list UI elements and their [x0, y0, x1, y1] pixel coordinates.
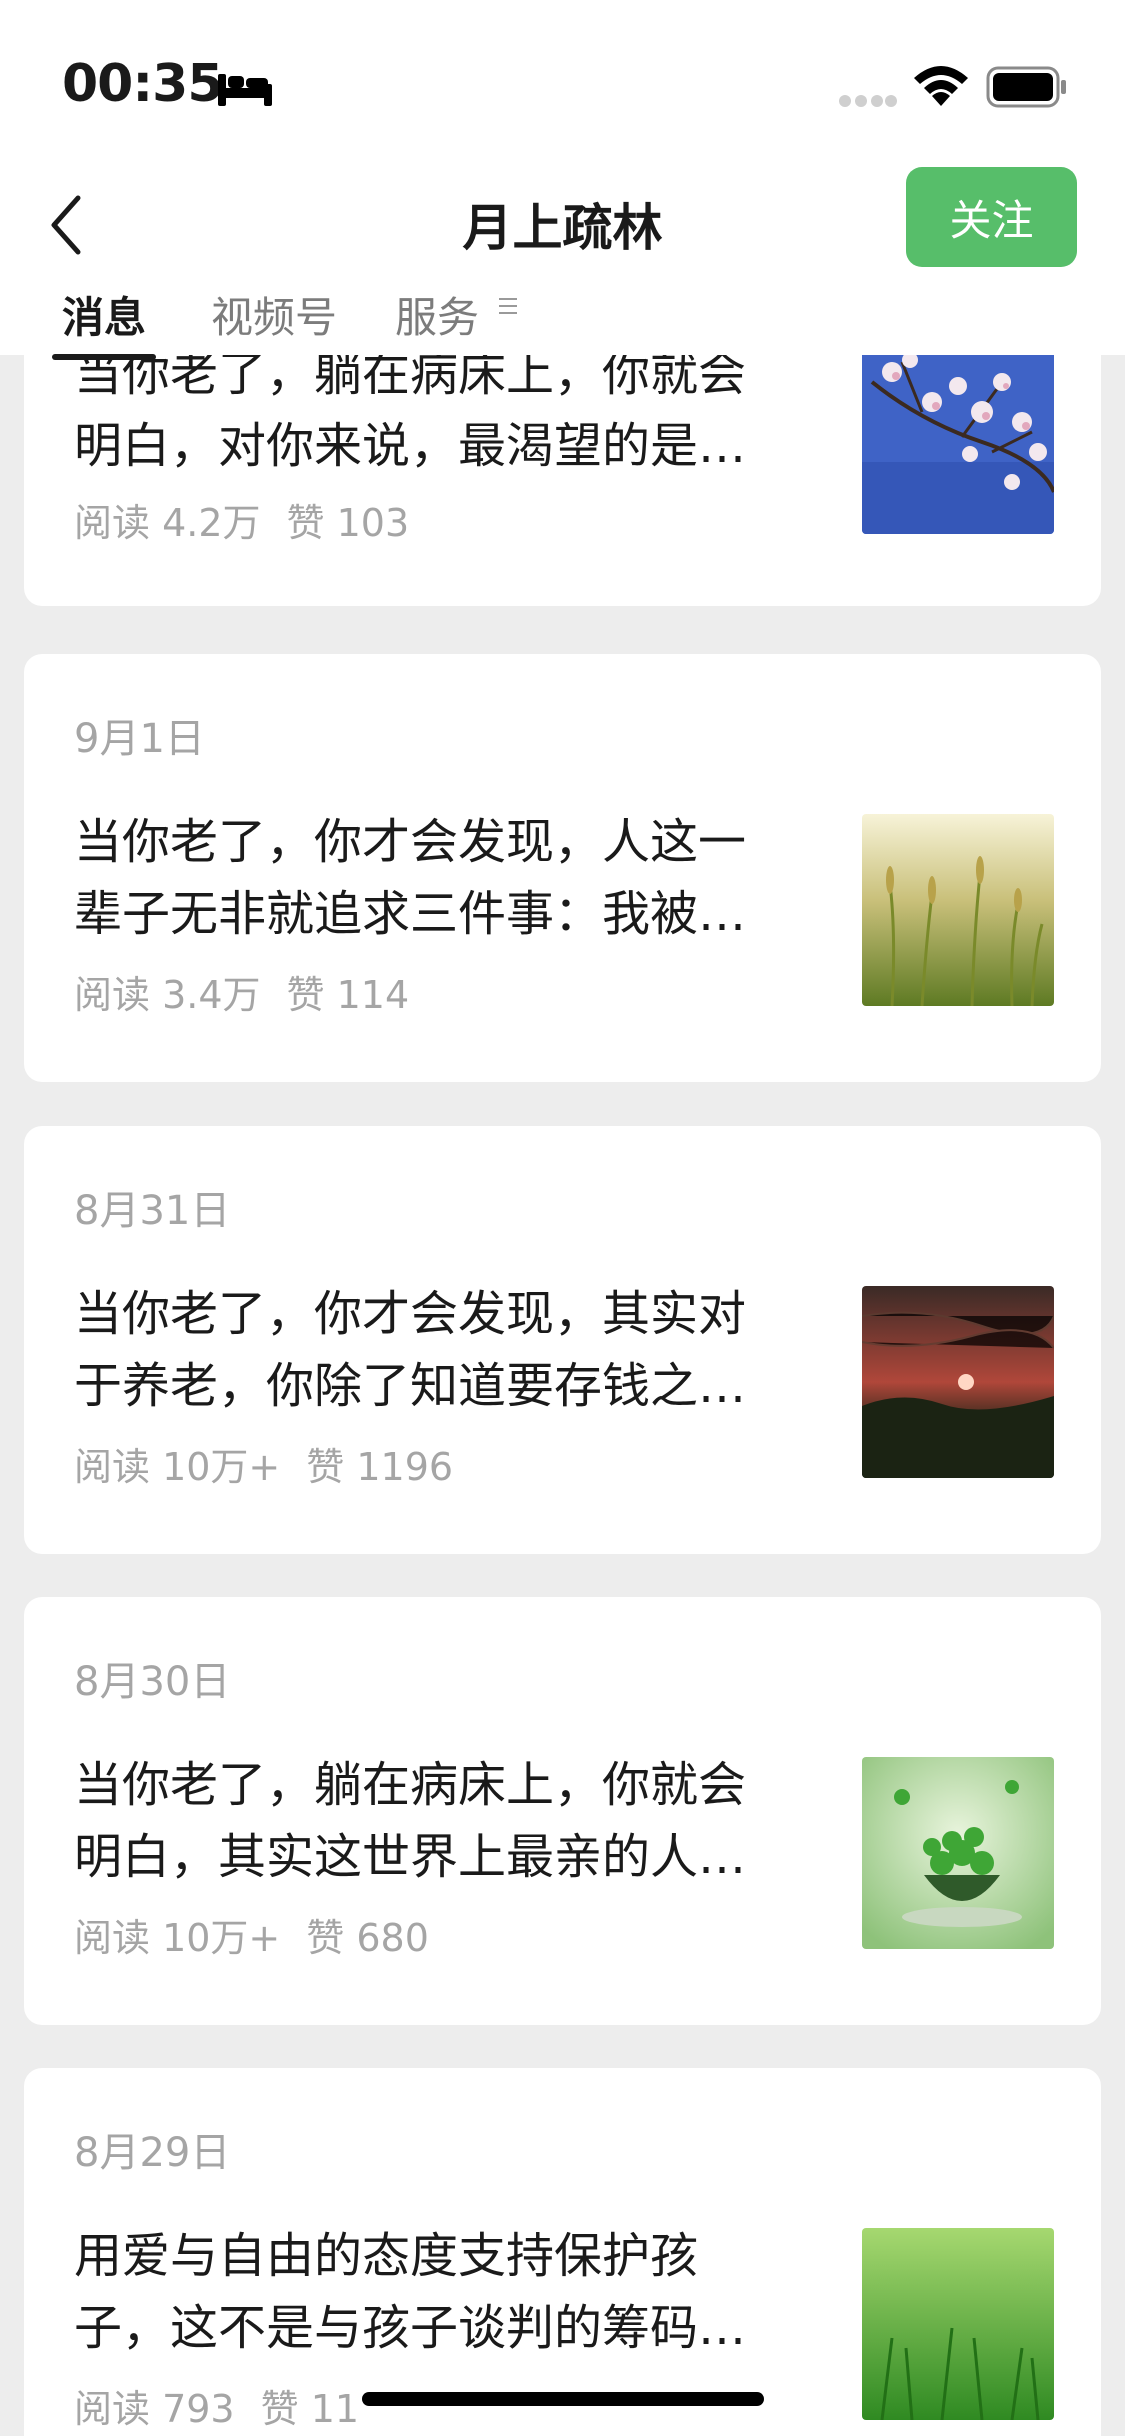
article-title: 当你老了，你才会发现，其实对 于养老，你除了知道要存钱之… — [74, 1286, 747, 1414]
like-count: 赞 1196 — [306, 1445, 454, 1489]
read-count: 阅读 3.4万 — [74, 973, 261, 1017]
article-title: 用爱与自由的态度支持保护孩 子，这不是与孩子谈判的筹码… — [74, 2228, 747, 2356]
nav-header: 月上疏林 关注 消息 视频号 服务 — [0, 160, 1125, 360]
article-card[interactable]: 9月1日 当你老了，你才会发现，人这一 辈子无非就追求三件事：我被… 阅读 3.… — [24, 654, 1101, 1082]
read-count: 阅读 10万+ — [74, 1916, 281, 1960]
article-feed[interactable]: 当你老了，躺在病床上，你就会 明白，对你来说，最渴望的是… 阅读 4.2万赞 1… — [0, 0, 1125, 2436]
like-count: 赞 114 — [286, 973, 410, 1017]
wifi-icon — [914, 66, 968, 106]
article-date: 9月1日 — [74, 716, 205, 762]
sleep-focus-icon — [218, 74, 272, 106]
status-time: 00:35 — [62, 54, 224, 114]
tab-bar: 消息 视频号 服务 — [0, 270, 1125, 360]
article-card[interactable]: 8月29日 用爱与自由的态度支持保护孩 子，这不是与孩子谈判的筹码… 阅读 79… — [24, 2068, 1101, 2436]
follow-button[interactable]: 关注 — [906, 167, 1077, 267]
tab-channels[interactable]: 视频号 — [211, 284, 337, 345]
article-date: 8月31日 — [74, 1188, 231, 1234]
like-count: 赞 103 — [286, 501, 410, 545]
screen: 当你老了，躺在病床上，你就会 明白，对你来说，最渴望的是… 阅读 4.2万赞 1… — [0, 0, 1125, 2436]
article-thumbnail — [862, 2228, 1054, 2420]
article-title: 当你老了，躺在病床上，你就会 明白，对你来说，最渴望的是… — [74, 346, 747, 474]
tab-services[interactable]: 服务 — [395, 284, 479, 345]
article-title: 当你老了，躺在病床上，你就会 明白，其实这世界上最亲的人… — [74, 1757, 747, 1885]
article-stats: 阅读 4.2万赞 103 — [74, 492, 409, 547]
active-tab-indicator — [52, 354, 156, 360]
tab-messages[interactable]: 消息 — [62, 284, 146, 345]
article-date: 8月30日 — [74, 1659, 231, 1705]
like-count: 赞 11 — [260, 2387, 360, 2431]
read-count: 阅读 4.2万 — [74, 501, 261, 545]
read-count: 阅读 793 — [74, 2387, 235, 2431]
status-bar: 00:35 — [0, 0, 1125, 160]
article-thumbnail — [862, 814, 1054, 1006]
article-stats: 阅读 10万+ 赞 1196 — [74, 1436, 453, 1491]
read-count: 阅读 10万+ — [74, 1445, 281, 1489]
article-date: 8月29日 — [74, 2130, 231, 2176]
cellular-signal-icon — [839, 95, 897, 107]
article-thumbnail — [862, 342, 1054, 534]
menu-lines-icon[interactable] — [497, 296, 519, 316]
article-card[interactable]: 8月31日 当你老了，你才会发现，其实对 于养老，你除了知道要存钱之… 阅读 1… — [24, 1126, 1101, 1554]
article-title: 当你老了，你才会发现，人这一 辈子无非就追求三件事：我被… — [74, 814, 747, 942]
article-stats: 阅读 10万+ 赞 680 — [74, 1907, 429, 1962]
home-indicator[interactable] — [362, 2392, 764, 2406]
article-stats: 阅读 3.4万赞 114 — [74, 964, 409, 1019]
article-card[interactable]: 8月30日 当你老了，躺在病床上，你就会 明白，其实这世界上最亲的人… 阅读 1… — [24, 1597, 1101, 2025]
battery-icon — [986, 66, 1066, 108]
article-stats: 阅读 793 赞 11 — [74, 2378, 359, 2433]
article-thumbnail — [862, 1286, 1054, 1478]
like-count: 赞 680 — [306, 1916, 429, 1960]
article-thumbnail — [862, 1757, 1054, 1949]
